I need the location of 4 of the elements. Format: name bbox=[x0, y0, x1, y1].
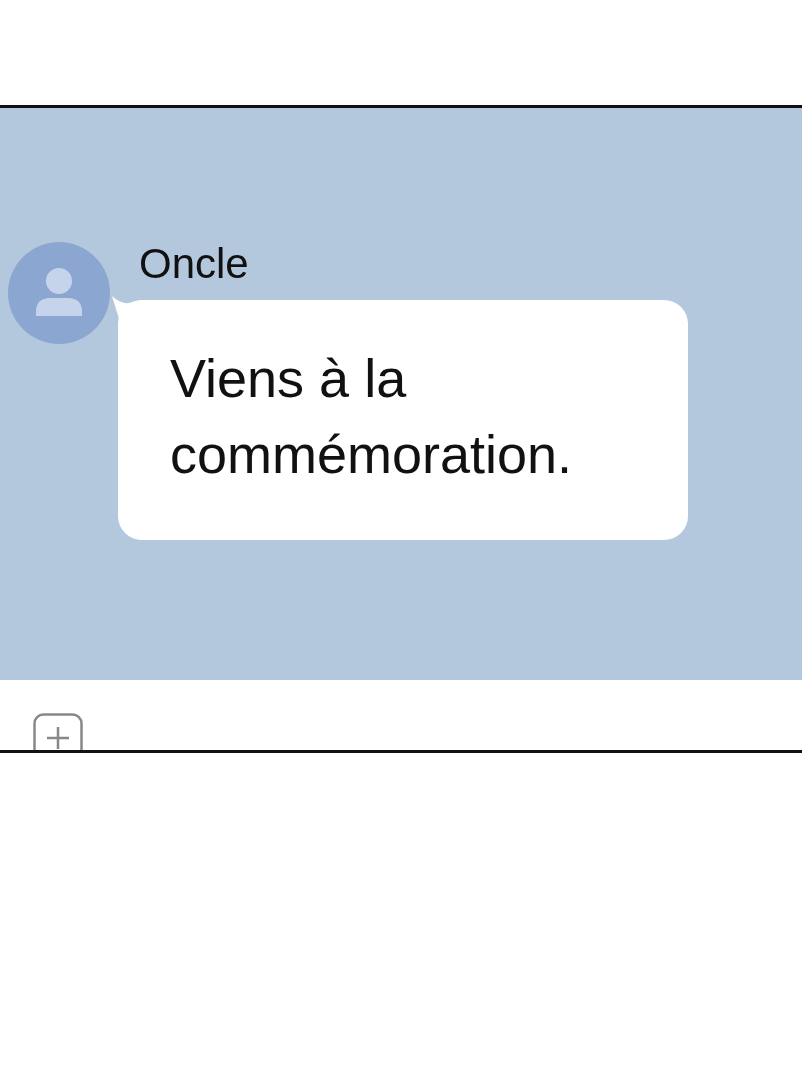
add-icon[interactable] bbox=[33, 713, 83, 750]
avatar-icon bbox=[8, 242, 110, 344]
sender-name: Oncle bbox=[139, 242, 250, 286]
message-bubble: Viens à la commémoration. bbox=[118, 300, 688, 540]
